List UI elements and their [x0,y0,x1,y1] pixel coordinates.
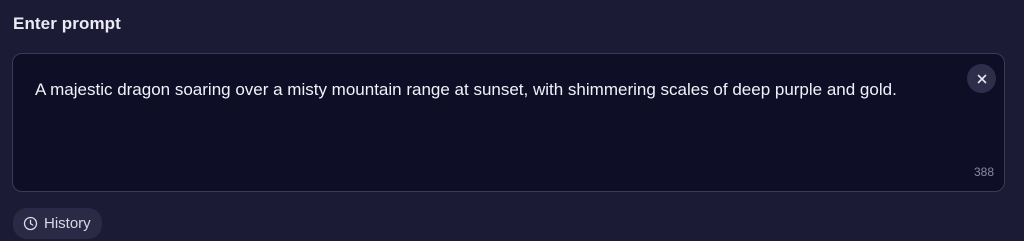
character-count: 388 [973,165,994,179]
prompt-text[interactable]: A majestic dragon soaring over a misty m… [35,76,935,104]
prompt-label: Enter prompt [13,14,121,33]
clear-prompt-button[interactable] [967,64,996,93]
clock-icon [23,216,38,231]
close-icon [977,74,986,83]
history-label: History [44,215,91,232]
prompt-textarea[interactable]: A majestic dragon soaring over a misty m… [12,53,1005,192]
history-button[interactable]: History [13,208,102,239]
prompt-panel: Enter prompt A majestic dragon soaring o… [0,0,1024,241]
